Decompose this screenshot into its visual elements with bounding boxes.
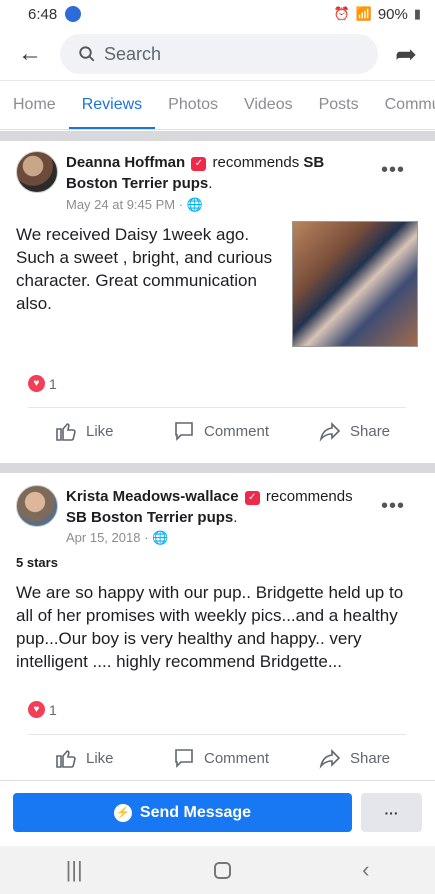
back-icon[interactable]: ‹: [362, 857, 369, 883]
share-arrow-icon[interactable]: ➦: [378, 32, 434, 76]
author-name[interactable]: Deanna Hoffman: [66, 154, 185, 171]
messenger-icon: ⚡: [113, 803, 132, 822]
love-reaction-icon: ♥: [28, 375, 45, 392]
review-photo[interactable]: [292, 221, 418, 347]
home-icon[interactable]: [213, 861, 231, 879]
action-bar: Like Comment Share: [0, 409, 435, 453]
share-button[interactable]: Share: [318, 746, 390, 770]
share-icon: [319, 749, 341, 769]
tab-photos[interactable]: Photos: [155, 81, 231, 129]
review-date[interactable]: Apr 15, 2018: [66, 530, 140, 545]
comment-icon: [175, 749, 193, 768]
review-card: Deanna Hoffman ✓ recommends SB Boston Te…: [0, 141, 435, 463]
thumbs-up-icon: [56, 423, 76, 441]
recommend-icon: ✓: [244, 491, 260, 505]
comment-label: Comment: [204, 749, 270, 767]
recent-apps-icon[interactable]: |||: [66, 857, 83, 883]
like-button[interactable]: Like: [54, 746, 114, 770]
comment-button[interactable]: Comment: [172, 419, 269, 443]
more-options-button[interactable]: •••: [381, 159, 405, 182]
thumbs-up-icon: [56, 750, 76, 768]
like-button[interactable]: Like: [54, 419, 114, 443]
battery-level: 90%: [377, 5, 408, 23]
battery-icon: ▮: [413, 6, 421, 21]
recommends-text: recommends: [265, 488, 353, 505]
tab-home[interactable]: Home: [0, 81, 69, 129]
star-rating: 5 stars: [16, 555, 58, 570]
divider: [28, 734, 406, 735]
comment-label: Comment: [204, 422, 270, 440]
action-bar: Like Comment Share: [0, 736, 435, 780]
alarm-icon: ⏰: [333, 6, 350, 21]
page-name[interactable]: SB Boston Terrier pups: [66, 509, 233, 526]
globe-icon: 🌐: [152, 530, 169, 545]
bottom-action-bar: ⚡ Send Message ···: [0, 780, 435, 842]
notification-icon: [65, 6, 82, 22]
reaction-count: 1: [49, 701, 57, 718]
avatar[interactable]: [16, 485, 58, 527]
comment-button[interactable]: Comment: [172, 746, 269, 770]
share-icon: [319, 422, 341, 442]
page-tabs: Home Reviews Photos Videos Posts Commu: [0, 80, 435, 130]
comment-icon: [175, 422, 193, 441]
love-reaction-icon: ♥: [28, 701, 45, 718]
top-bar: ← Search ➦: [0, 32, 435, 76]
avatar[interactable]: [16, 151, 58, 193]
author-name[interactable]: Krista Meadows-wallace: [66, 488, 239, 505]
review-header: Deanna Hoffman ✓ recommends SB Boston Te…: [66, 154, 325, 192]
review-meta: May 24 at 9:45 PM · 🌐: [66, 197, 203, 212]
recommends-text: recommends: [212, 154, 300, 171]
more-button[interactable]: ···: [361, 793, 422, 832]
search-icon: [79, 46, 95, 62]
reactions-summary[interactable]: ♥ 1: [28, 375, 57, 392]
more-options-button[interactable]: •••: [381, 495, 405, 518]
reactions-summary[interactable]: ♥ 1: [28, 701, 57, 718]
section-divider: [0, 463, 435, 473]
like-label: Like: [86, 422, 114, 440]
globe-icon: 🌐: [186, 197, 203, 212]
share-button[interactable]: Share: [318, 419, 390, 443]
review-meta: Apr 15, 2018 · 🌐: [66, 530, 169, 545]
send-message-button[interactable]: ⚡ Send Message: [13, 793, 352, 832]
tab-reviews[interactable]: Reviews: [68, 81, 156, 129]
review-date[interactable]: May 24 at 9:45 PM: [66, 197, 175, 212]
divider: [28, 407, 406, 408]
reaction-count: 1: [49, 375, 57, 392]
status-bar: 6:48 ⏰ 📶 90% ▮: [0, 0, 435, 28]
section-divider: [0, 131, 435, 141]
recommend-icon: ✓: [191, 157, 207, 171]
tab-community[interactable]: Commu: [372, 81, 435, 129]
share-label: Share: [350, 422, 391, 440]
review-card: Krista Meadows-wallace ✓ recommends SB B…: [0, 473, 435, 780]
like-label: Like: [86, 749, 114, 767]
status-time: 6:48: [28, 5, 58, 23]
search-placeholder: Search: [104, 43, 162, 64]
share-label: Share: [350, 749, 391, 767]
review-text: We are so happy with our pup.. Bridgette…: [16, 583, 404, 671]
search-input[interactable]: Search: [60, 34, 378, 74]
back-arrow-icon[interactable]: ←: [0, 32, 60, 76]
tab-videos[interactable]: Videos: [231, 81, 306, 129]
wifi-icon: 📶: [355, 6, 372, 21]
review-header: Krista Meadows-wallace ✓ recommends SB B…: [66, 488, 353, 526]
send-message-label: Send Message: [139, 803, 252, 821]
review-text: We received Daisy 1week ago. Such a swee…: [16, 225, 273, 313]
tab-posts[interactable]: Posts: [306, 81, 372, 129]
system-nav-bar: ||| ‹: [0, 846, 435, 894]
